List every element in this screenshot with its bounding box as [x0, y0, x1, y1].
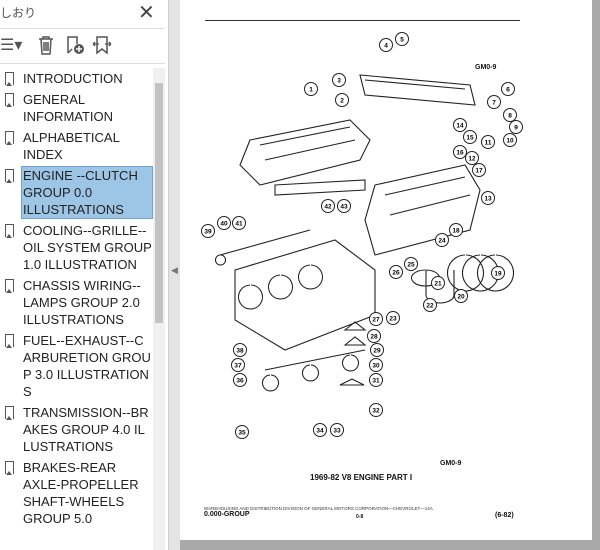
- callout-label: 4: [384, 43, 388, 50]
- bookmark-list: INTRODUCTION GENERAL INFORMATION ALPHABE…: [0, 68, 153, 529]
- bookmark-scrollbar[interactable]: [153, 68, 165, 550]
- callout-label: 19: [494, 271, 502, 278]
- callout-label: 10: [506, 138, 514, 145]
- panel-splitter[interactable]: ◀: [168, 0, 180, 550]
- callout-label: 26: [392, 270, 400, 277]
- callout-label: 2: [340, 98, 344, 105]
- callout-label: 24: [438, 238, 446, 245]
- bookmark-chassis-wiring[interactable]: CHASSIS WIRING--LAMPS GROUP 2.0 ILLUSTRA…: [0, 275, 153, 330]
- callout-label: 35: [238, 430, 246, 437]
- pdf-page: GM0-9 1 2 3 4 5 6 7 8 9 10 11 12 13 14 15 16 17 18 19 20 21 2…: [180, 0, 592, 540]
- engine-exploded-diagram: 1234567891011121314151617181920212223242…: [201, 32, 523, 439]
- bookmark-engine-clutch[interactable]: ENGINE --CLUTCH GROUP 0.0 ILLUSTRATIONS: [0, 165, 153, 220]
- group-label: 0.000-GROUP: [204, 511, 250, 518]
- callout-label: 23: [389, 316, 397, 323]
- figure-caption: 1969-82 V8 ENGINE PART I: [310, 473, 413, 482]
- callout-label: 15: [466, 135, 474, 142]
- document-view: GM0-9 1 2 3 4 5 6 7 8 9 10 11 12 13 14 15 16 17 18 19 20 21 2…: [180, 0, 600, 550]
- callout-label: 14: [456, 123, 464, 130]
- callout-label: 3: [337, 78, 341, 85]
- callout-label: 11: [485, 140, 492, 147]
- callout-label: 12: [468, 156, 476, 163]
- page-number: 0-8: [356, 514, 364, 520]
- callout-label: 40: [220, 221, 228, 228]
- callout-label: 38: [236, 348, 244, 355]
- bookmark-icon: [5, 279, 14, 293]
- callout-label: 22: [426, 303, 434, 310]
- callout-label: 5: [400, 37, 404, 44]
- callout-label: 16: [456, 150, 464, 157]
- figure-code-bottom: GM0-9: [440, 460, 462, 467]
- callout-label: 33: [333, 428, 341, 435]
- bookmark-introduction[interactable]: INTRODUCTION: [0, 68, 153, 89]
- panel-title: しおり: [0, 6, 37, 20]
- callout-label: 28: [370, 334, 378, 341]
- callout-label: 6: [506, 87, 510, 94]
- callout-label: 39: [204, 229, 212, 236]
- scrollbar-thumb[interactable]: [155, 83, 163, 323]
- bookmark-fuel-exhaust[interactable]: FUEL--EXHAUST--CARBURETION GROUP 3.0 ILL…: [0, 330, 153, 402]
- bookmarks-toolbar: ☰▾: [0, 28, 165, 64]
- callout-label: 1: [309, 87, 313, 94]
- bookmark-cooling[interactable]: COOLING--GRILLE--OIL SYSTEM GROUP 1.0 IL…: [0, 220, 153, 275]
- bookmark-icon: [5, 461, 14, 475]
- callout-label: 8: [508, 113, 512, 120]
- expand-bookmark-icon[interactable]: [92, 35, 112, 60]
- bookmark-transmission[interactable]: TRANSMISSION--BRAKES GROUP 4.0 ILLUSTRAT…: [0, 402, 153, 457]
- callout-label: 41: [235, 221, 243, 228]
- callout-label: 29: [373, 348, 381, 355]
- bookmark-icon: [5, 72, 14, 86]
- collapse-arrow-icon[interactable]: ◀: [171, 265, 178, 276]
- bookmark-general-information[interactable]: GENERAL INFORMATION: [0, 89, 153, 127]
- callout-label: 18: [452, 228, 460, 235]
- add-bookmark-icon[interactable]: [66, 35, 86, 60]
- revision-date: (6-82): [495, 512, 514, 519]
- bookmark-brakes-rear-axle[interactable]: BRAKES-REAR AXLE-PROPELLER SHAFT-WHEELS …: [0, 457, 153, 529]
- callout-label: 42: [324, 204, 332, 211]
- bookmarks-panel: しおり ✕ ☰▾ INTRODUCTION GENERAL INFORMATIO…: [0, 0, 168, 550]
- callout-label: 27: [372, 317, 380, 324]
- options-menu-icon[interactable]: ☰▾: [0, 35, 22, 55]
- bookmark-alphabetical-index[interactable]: ALPHABETICAL INDEX: [0, 127, 153, 165]
- callout-label: 25: [407, 262, 415, 269]
- callout-label: 9: [514, 125, 518, 132]
- callout-label: 37: [234, 363, 242, 370]
- bookmark-icon: [5, 224, 14, 238]
- callout-label: 34: [316, 428, 324, 435]
- callout-label: 31: [372, 378, 380, 385]
- callout-label: 7: [492, 100, 496, 107]
- callout-label: 17: [475, 168, 483, 175]
- bookmark-icon: [5, 93, 14, 107]
- bookmark-icon: [5, 131, 14, 145]
- delete-icon[interactable]: [38, 35, 54, 60]
- callout-label: 21: [434, 281, 442, 288]
- bookmark-icon: [5, 406, 14, 420]
- close-icon[interactable]: ✕: [138, 0, 155, 25]
- callout-label: 30: [372, 363, 380, 370]
- callout-label: 13: [484, 196, 492, 203]
- callout-label: 20: [457, 294, 465, 301]
- callout-label: 43: [340, 204, 348, 211]
- bookmark-icon: [5, 169, 14, 183]
- bookmark-icon: [5, 334, 14, 348]
- callout-label: 36: [236, 378, 244, 385]
- callout-label: 32: [372, 408, 380, 415]
